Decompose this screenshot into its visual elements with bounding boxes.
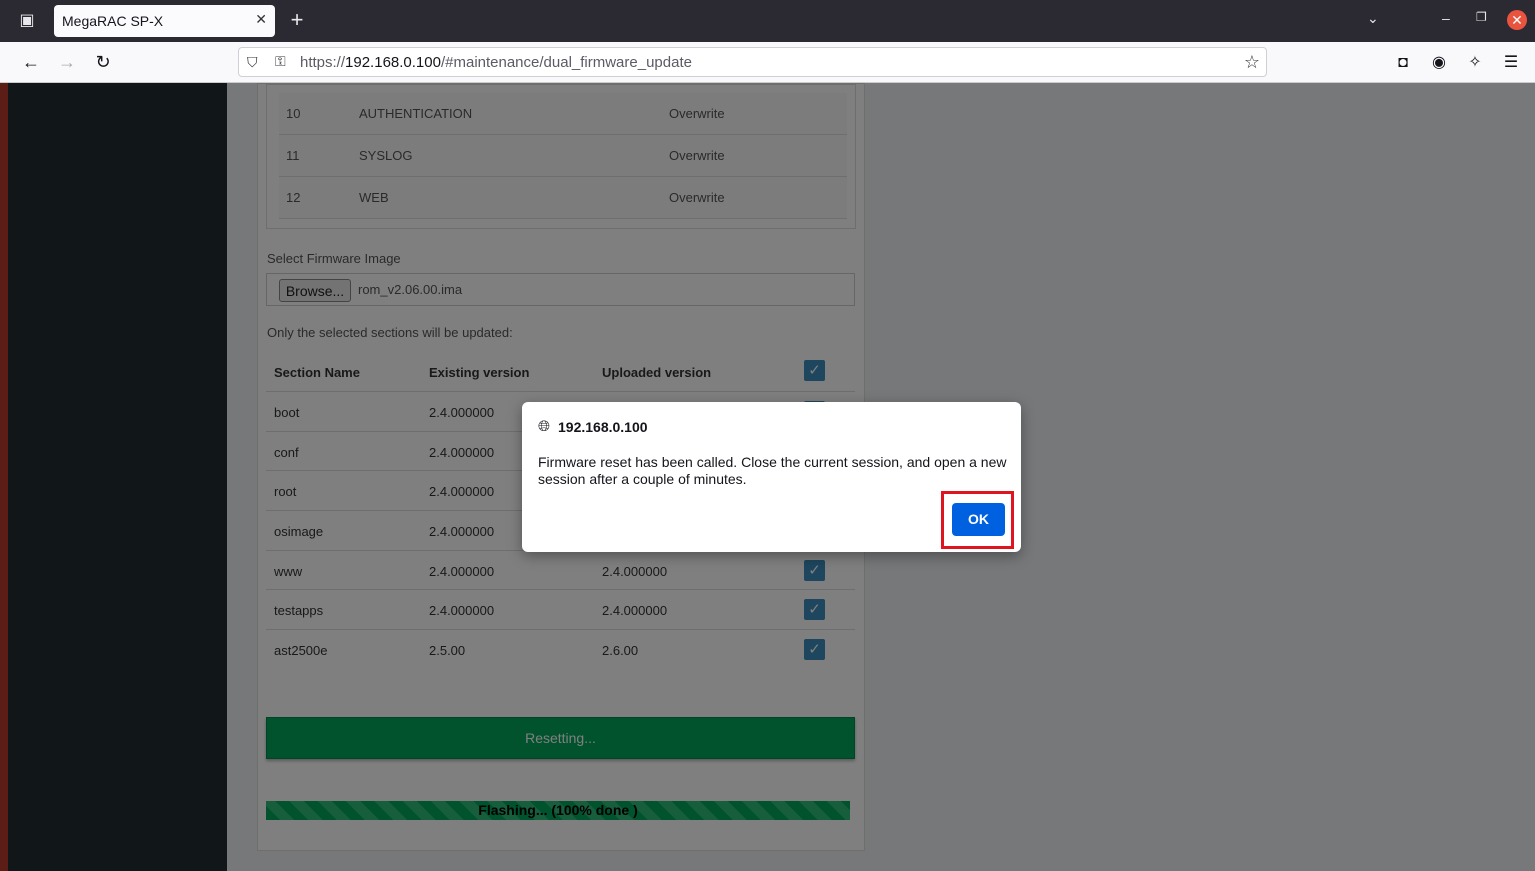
tracking-shield-icon[interactable]: ⛉ (247, 54, 258, 71)
reload-icon[interactable]: ↻ (92, 51, 114, 73)
url-bar[interactable]: ⛉ ⚿ https://192.168.0.100/#maintenance/d… (238, 47, 1267, 77)
tab-title: MegaRAC SP-X (62, 13, 164, 29)
back-icon[interactable]: ← (20, 51, 42, 73)
minimize-icon[interactable]: – (1442, 10, 1450, 26)
site-info-icon[interactable]: ⚿ (275, 53, 286, 70)
dialog-message: Firmware reset has been called. Close th… (538, 454, 1007, 487)
browser-tab-bar: ▣ MegaRAC SP-X ✕ + ⌄ – ❐ ✕ (0, 0, 1535, 42)
alert-dialog: 🌐︎ 192.168.0.100 Firmware reset has been… (522, 402, 1021, 552)
browser-nav-bar: ← → ↻ ⛉ ⚿ https://192.168.0.100/#mainten… (0, 42, 1535, 83)
forward-icon[interactable]: → (56, 51, 78, 73)
tab-list-icon[interactable]: ▣ (16, 11, 38, 31)
list-all-tabs-icon[interactable]: ⌄ (1367, 10, 1379, 27)
tab-close-icon[interactable]: ✕ (255, 11, 267, 28)
pocket-icon[interactable]: ◘ (1393, 53, 1413, 73)
ok-button[interactable]: OK (952, 503, 1005, 536)
globe-icon: 🌐︎ (538, 418, 551, 435)
browser-tab[interactable]: MegaRAC SP-X ✕ (54, 5, 275, 37)
bookmark-star-icon[interactable]: ☆ (1244, 52, 1260, 73)
dialog-host: 192.168.0.100 (558, 419, 648, 435)
new-tab-icon[interactable]: + (286, 8, 308, 32)
url-text[interactable]: https://192.168.0.100/#maintenance/dual_… (300, 54, 692, 71)
window-close-icon[interactable]: ✕ (1507, 10, 1527, 30)
account-icon[interactable]: ◉ (1429, 53, 1449, 73)
menu-icon[interactable]: ☰ (1501, 53, 1521, 73)
extensions-icon[interactable]: ✧ (1465, 53, 1485, 73)
restore-icon[interactable]: ❐ (1476, 10, 1487, 24)
